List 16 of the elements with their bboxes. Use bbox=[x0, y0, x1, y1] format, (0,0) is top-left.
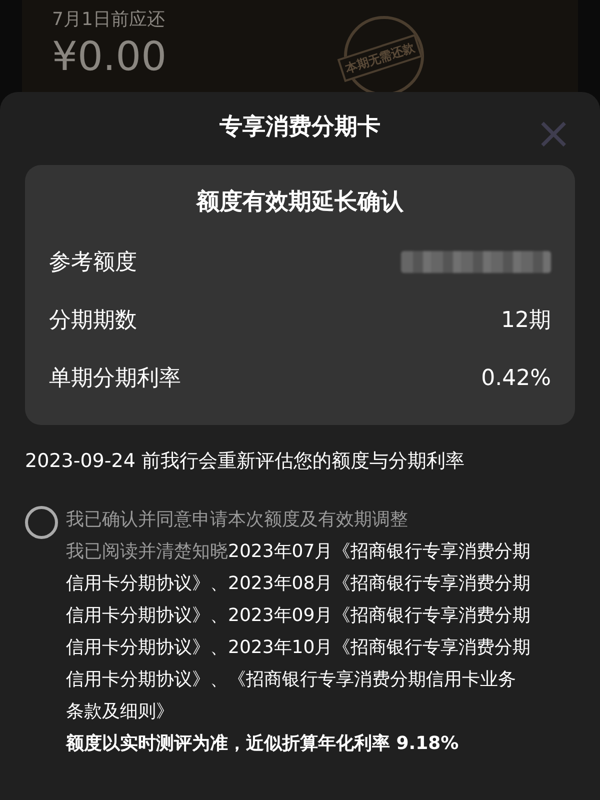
row-value: 12期 bbox=[501, 306, 551, 334]
notice-text: 2023-09-24 前我行会重新评估您的额度与分期利率 bbox=[25, 449, 466, 474]
summary-title: 额度有效期延长确认 bbox=[195, 188, 404, 216]
dialog-title: 专享消费分期卡 bbox=[220, 113, 380, 142]
stamp-text: 本期无需还款 bbox=[337, 34, 423, 82]
due-date-label: 7月1日前应还 bbox=[52, 8, 165, 32]
agreement-text: 我已阅读并清楚知晓2023年07月《招商银行专享消费分期信用卡分期协议》、2023年08月《招商银行专享消费分期信用卡分期协议》、2023年09月《招商银行专享消费分期信用卡分期协议》、2023年10月《招商银行专享消费分期信用卡分期协议》、《招商银行专享消费分期信用卡业务条款及细则》 bbox=[66, 540, 532, 724]
row-label: 分期期数 bbox=[49, 306, 137, 334]
row-label: 参考额度 bbox=[49, 248, 137, 276]
consent-label: 我已确认并同意申请本次额度及有效期调整 bbox=[66, 508, 409, 532]
amount-due: ¥0.00 bbox=[52, 33, 167, 81]
rate-footnote: 额度以实时测评为准，近似折算年化利率 9.18% bbox=[66, 732, 460, 756]
row-label: 单期分期利率 bbox=[49, 364, 181, 392]
consent-radio[interactable] bbox=[25, 506, 58, 538]
row-value: 0.42% bbox=[481, 364, 551, 392]
close-button[interactable]: × bbox=[535, 112, 572, 156]
